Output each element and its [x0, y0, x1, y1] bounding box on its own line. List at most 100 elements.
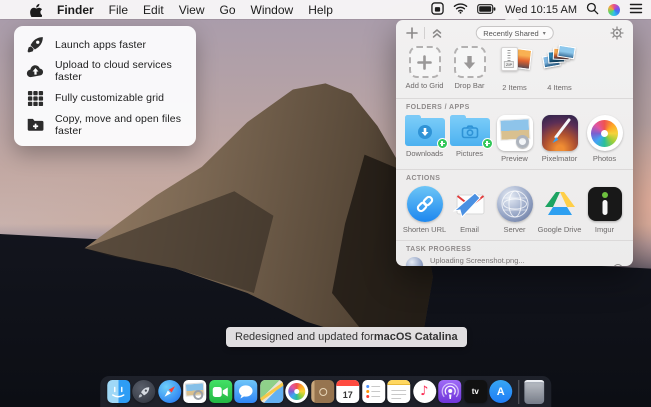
empty-cell	[582, 46, 627, 92]
dock-safari-icon[interactable]	[158, 380, 181, 403]
drop-target-4-items[interactable]: 4 Items	[537, 46, 582, 92]
chevron-down-icon: ▾	[543, 30, 546, 37]
notification-center-icon[interactable]	[629, 3, 643, 17]
item-label: Imgur	[595, 225, 614, 234]
divider	[396, 240, 633, 241]
spotlight-icon[interactable]	[586, 2, 599, 18]
menu-item-go[interactable]: Go	[220, 3, 236, 17]
app-preview[interactable]: Preview	[492, 115, 537, 163]
pixelmator-app-icon	[542, 115, 578, 151]
tv-glyph: tv	[472, 387, 479, 396]
dock-contacts-icon[interactable]	[311, 380, 334, 403]
feature-row-copy: Copy, move and open files faster	[26, 113, 188, 137]
dock-music-icon[interactable]: ♪	[413, 380, 436, 403]
task-progress-row: Uploading Screenshot.png... ✕	[396, 256, 633, 266]
wifi-icon[interactable]	[453, 2, 468, 17]
menu-item-file[interactable]: File	[109, 3, 128, 17]
drop-target-label: Add to Grid	[406, 81, 444, 90]
dock: 17 ♪ tv A	[100, 376, 552, 407]
appstore-glyph: A	[497, 386, 505, 398]
menu-item-help[interactable]: Help	[308, 3, 333, 17]
cloud-upload-icon	[26, 62, 45, 81]
calendar-day: 17	[336, 386, 359, 403]
folder-downloads[interactable]: Downloads	[402, 115, 447, 163]
feature-label: Launch apps faster	[55, 39, 146, 51]
menubar-clock[interactable]: Wed 10:15 AM	[505, 4, 577, 16]
caption-text-bold: macOS Catalina	[374, 331, 458, 343]
folder-plus-icon	[26, 115, 45, 134]
dock-trash-icon[interactable]	[524, 380, 544, 404]
zip-badge: ZIP	[504, 61, 514, 68]
apple-menu-icon[interactable]	[30, 3, 42, 17]
action-imgur[interactable]: Imgur	[582, 186, 627, 234]
preview-app-icon	[497, 115, 533, 151]
drop-target-label: 4 Items	[547, 83, 572, 92]
drop-target-2-items[interactable]: ZIP 2 Items	[492, 46, 537, 92]
action-server[interactable]: Server	[492, 186, 537, 234]
action-email[interactable]: Email	[447, 186, 492, 234]
photo-stack-icon	[543, 46, 577, 80]
drop-target-add-to-grid[interactable]: Add to Grid	[402, 46, 447, 92]
menu-item-window[interactable]: Window	[251, 3, 294, 17]
dock-finder-icon[interactable]	[107, 380, 130, 403]
action-google-drive[interactable]: Google Drive	[537, 186, 582, 234]
battery-icon[interactable]	[477, 3, 496, 17]
divider	[396, 169, 633, 170]
caption-banner: Redesigned and updated for macOS Catalin…	[226, 327, 467, 347]
action-shorten-url[interactable]: Shorten URL	[402, 186, 447, 234]
dock-tv-icon[interactable]: tv	[464, 380, 487, 403]
drop-target-label: Drop Bar	[454, 81, 484, 90]
dropzone-toolbar: Recently Shared ▾	[396, 22, 633, 44]
item-label: Pictures	[456, 149, 483, 158]
add-button[interactable]	[404, 25, 420, 41]
gear-icon[interactable]	[609, 25, 625, 41]
actions-row: Shorten URL Email Server Google Drive	[396, 186, 633, 234]
grid-icon	[26, 89, 45, 108]
app-pixelmator[interactable]: Pixelmator	[537, 115, 582, 163]
feature-label: Copy, move and open files faster	[55, 113, 188, 137]
link-icon	[407, 186, 443, 222]
photos-app-icon	[587, 115, 623, 151]
cancel-task-button[interactable]: ✕	[613, 264, 623, 266]
drop-target-drop-bar[interactable]: Drop Bar	[447, 46, 492, 92]
dock-preview-icon[interactable]	[183, 380, 206, 403]
dock-messages-icon[interactable]	[234, 380, 257, 403]
dock-photos-icon[interactable]	[285, 380, 308, 403]
menu-item-view[interactable]: View	[179, 3, 205, 17]
dropdown-label: Recently Shared	[483, 29, 538, 38]
dock-separator	[518, 380, 519, 404]
item-label: Google Drive	[538, 225, 582, 234]
google-drive-icon	[542, 186, 578, 222]
dock-launchpad-icon[interactable]	[132, 380, 155, 403]
menu-item-edit[interactable]: Edit	[143, 3, 164, 17]
dock-calendar-icon[interactable]: 17	[336, 380, 359, 403]
task-progress-section-title: TASK PROGRESS	[406, 246, 633, 253]
folder-pictures[interactable]: Pictures	[447, 115, 492, 163]
item-label: Downloads	[406, 149, 443, 158]
caption-text: Redesigned and updated for	[235, 331, 374, 343]
item-label: Server	[503, 225, 525, 234]
dropzone-menubar-icon[interactable]	[431, 2, 444, 18]
dock-maps-icon[interactable]	[260, 380, 283, 403]
menu-item-finder[interactable]: Finder	[57, 3, 94, 17]
feature-label: Fully customizable grid	[55, 92, 164, 104]
task-label: Uploading Screenshot.png...	[430, 256, 606, 265]
recently-shared-dropdown[interactable]: Recently Shared ▾	[475, 26, 553, 40]
dock-notes-icon[interactable]	[387, 380, 410, 403]
dock-appstore-icon[interactable]: A	[489, 380, 512, 403]
dock-facetime-icon[interactable]	[209, 380, 232, 403]
dropzone-panel: Recently Shared ▾ Add to Grid Drop Bar	[396, 20, 633, 266]
siri-icon[interactable]	[608, 4, 620, 16]
dock-podcasts-icon[interactable]	[438, 380, 461, 403]
app-photos[interactable]: Photos	[582, 115, 627, 163]
download-folder-icon	[405, 115, 445, 146]
imgur-icon	[588, 187, 622, 221]
desktop: Finder File Edit View Go Window Help Wed…	[0, 0, 651, 407]
server-avatar-icon	[406, 257, 423, 267]
camera-folder-icon	[450, 115, 490, 146]
dock-reminders-icon[interactable]	[362, 380, 385, 403]
item-label: Email	[460, 225, 479, 234]
menu-bar: Finder File Edit View Go Window Help Wed…	[0, 0, 651, 19]
collapse-button[interactable]	[429, 25, 445, 41]
drop-target-label: 2 Items	[502, 83, 527, 92]
